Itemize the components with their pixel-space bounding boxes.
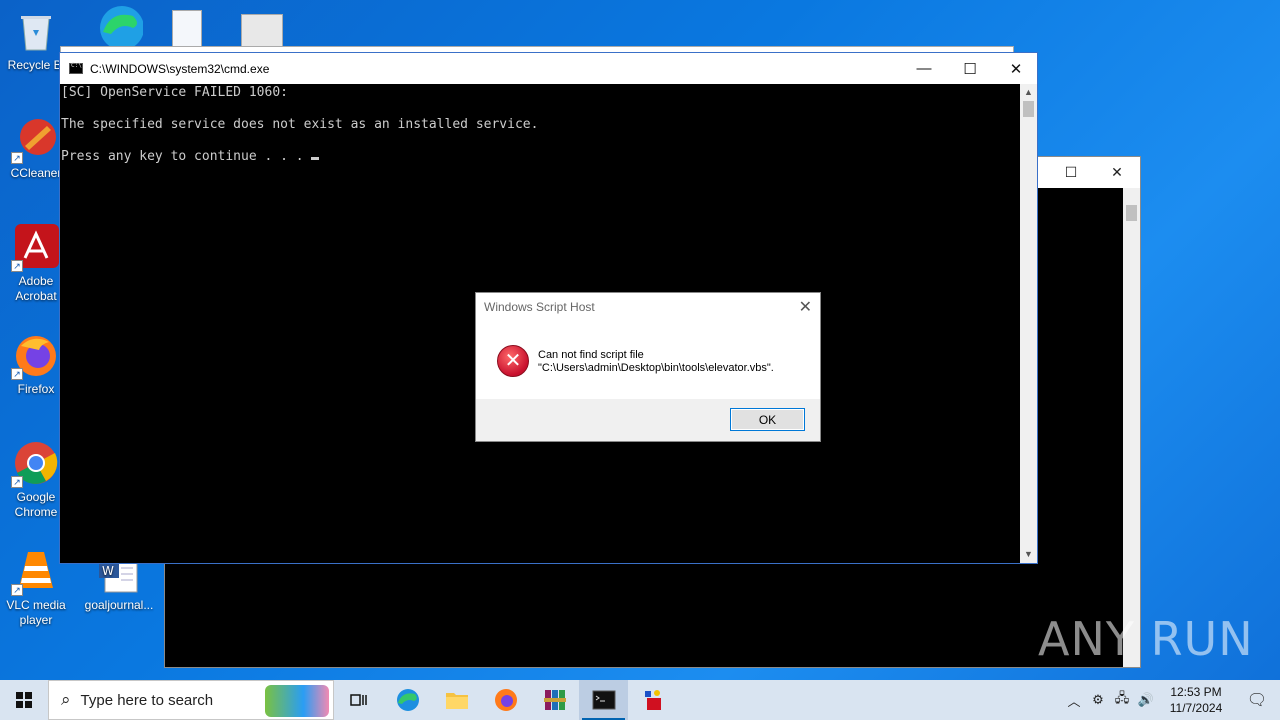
- firefox-icon: ↗: [11, 332, 59, 380]
- windows-logo-icon: [16, 692, 32, 708]
- notification-icon[interactable]: 🗨: [1234, 690, 1280, 710]
- edge-icon: [97, 4, 144, 50]
- console-prompt-line: Press any key to continue . . .: [61, 149, 1020, 181]
- task-view-button[interactable]: [334, 680, 383, 720]
- desktop-icon-word-doc[interactable]: W goaljournal...: [74, 555, 164, 613]
- minimize-button[interactable]: —: [901, 53, 947, 84]
- app-launcher-icon: [644, 690, 661, 710]
- start-button[interactable]: [0, 680, 48, 720]
- search-highlight-icon: [265, 685, 329, 717]
- shortcut-arrow-icon: ↗: [11, 152, 23, 164]
- clock[interactable]: 12:53 PM 11/7/2024: [1158, 684, 1234, 716]
- desktop-icon-image-partial[interactable]: [172, 10, 202, 48]
- vertical-scrollbar[interactable]: ▲ ▼: [1020, 84, 1037, 563]
- taskbar-app-launcher-button[interactable]: [628, 680, 677, 720]
- taskbar-file-explorer-button[interactable]: [432, 680, 481, 720]
- desktop-icon-label: Recycle Bi: [7, 58, 65, 72]
- taskbar-firefox-button[interactable]: [481, 680, 530, 720]
- dialog-message-line: "C:\Users\admin\Desktop\bin\tools\elevat…: [538, 362, 774, 374]
- console-line: [SC] OpenService FAILED 1060:: [61, 85, 288, 100]
- taskbar-search-box[interactable]: ⌕ Type here to search: [48, 680, 334, 720]
- dialog-title: Windows Script Host: [484, 300, 595, 314]
- task-view-icon: [349, 694, 367, 706]
- desktop-icon-label: VLC media player: [6, 598, 66, 627]
- recycle-bin-icon: [13, 8, 59, 54]
- window-title: C:\WINDOWS\system32\cmd.exe: [90, 61, 270, 76]
- system-tray: ︿ ⚙ 🖧 🔊 12:53 PM 11/7/2024 🗨: [1062, 680, 1280, 720]
- vlc-icon: ↗: [11, 548, 59, 596]
- dialog-message: Can not find script file "C:\Users\admin…: [538, 349, 774, 375]
- error-icon: ✕: [497, 345, 529, 377]
- folder-icon: [445, 693, 468, 709]
- edge-icon: [396, 689, 419, 711]
- ccleaner-icon: ↗: [11, 116, 59, 164]
- scrollbar-thumb[interactable]: [1126, 205, 1137, 221]
- console-line: Press any key to continue . . .: [61, 149, 312, 164]
- volume-icon[interactable]: 🔊: [1134, 692, 1158, 708]
- close-button[interactable]: ✕: [993, 53, 1039, 84]
- background-close-button[interactable]: ✕: [1094, 157, 1140, 188]
- console-line: The specified service does not exist as …: [61, 117, 539, 132]
- ok-button[interactable]: OK: [730, 408, 805, 431]
- clock-date: 11/7/2024: [1169, 701, 1223, 715]
- cmd-icon: [592, 690, 615, 710]
- scroll-up-arrow-icon[interactable]: ▲: [1020, 84, 1037, 101]
- desktop-icon-label: Adobe Acrobat: [15, 274, 57, 303]
- acrobat-icon: ↗: [11, 224, 59, 272]
- desktop-icon-label: Google Chrome: [14, 490, 58, 519]
- svg-text:W: W: [102, 564, 114, 578]
- winrar-icon: [543, 690, 566, 710]
- process-icon[interactable]: ⚙: [1086, 692, 1110, 708]
- dialog-message-line: Can not find script file: [538, 349, 644, 361]
- maximize-button[interactable]: ☐: [947, 53, 993, 84]
- dialog-button-area: OK: [476, 399, 820, 441]
- background-maximize-button[interactable]: ☐: [1048, 157, 1094, 188]
- desktop-icon-label: Firefox: [17, 382, 55, 396]
- scrollbar-thumb[interactable]: [1023, 101, 1034, 117]
- firefox-icon: [494, 689, 517, 711]
- dialog-close-button[interactable]: ✕: [799, 297, 812, 317]
- shortcut-arrow-icon: ↗: [11, 368, 23, 380]
- network-icon[interactable]: 🖧: [1110, 689, 1134, 711]
- clock-time: 12:53 PM: [1170, 685, 1222, 699]
- chrome-icon: ↗: [11, 440, 59, 488]
- anyrun-watermark: ANY RUN: [1038, 612, 1254, 666]
- taskbar-edge-button[interactable]: [383, 680, 432, 720]
- taskbar: ⌕ Type here to search ︿ ⚙ 🖧 🔊 12:53 PM 1…: [0, 680, 1280, 720]
- cmd-app-icon: [69, 62, 83, 74]
- search-placeholder: Type here to search: [80, 691, 214, 709]
- text-cursor: [311, 157, 320, 160]
- chevron-up-icon[interactable]: ︿: [1062, 691, 1086, 710]
- shortcut-arrow-icon: ↗: [11, 584, 23, 596]
- taskbar-winrar-button[interactable]: [530, 680, 579, 720]
- error-dialog[interactable]: Windows Script Host ✕ ✕ Can not find scr…: [475, 292, 821, 442]
- cmd-titlebar[interactable]: C:\WINDOWS\system32\cmd.exe — ☐ ✕: [60, 53, 1037, 84]
- shortcut-arrow-icon: ↗: [11, 476, 23, 488]
- search-icon: ⌕: [61, 690, 71, 709]
- desktop-icon-label: goaljournal...: [84, 598, 154, 612]
- desktop-icon-settings-partial[interactable]: [241, 14, 283, 48]
- desktop-icon-label: CCleaner: [10, 166, 62, 180]
- background-scrollbar[interactable]: [1123, 188, 1140, 667]
- shortcut-arrow-icon: ↗: [11, 260, 23, 272]
- taskbar-cmd-button[interactable]: [579, 680, 628, 720]
- scroll-down-arrow-icon[interactable]: ▼: [1020, 546, 1037, 563]
